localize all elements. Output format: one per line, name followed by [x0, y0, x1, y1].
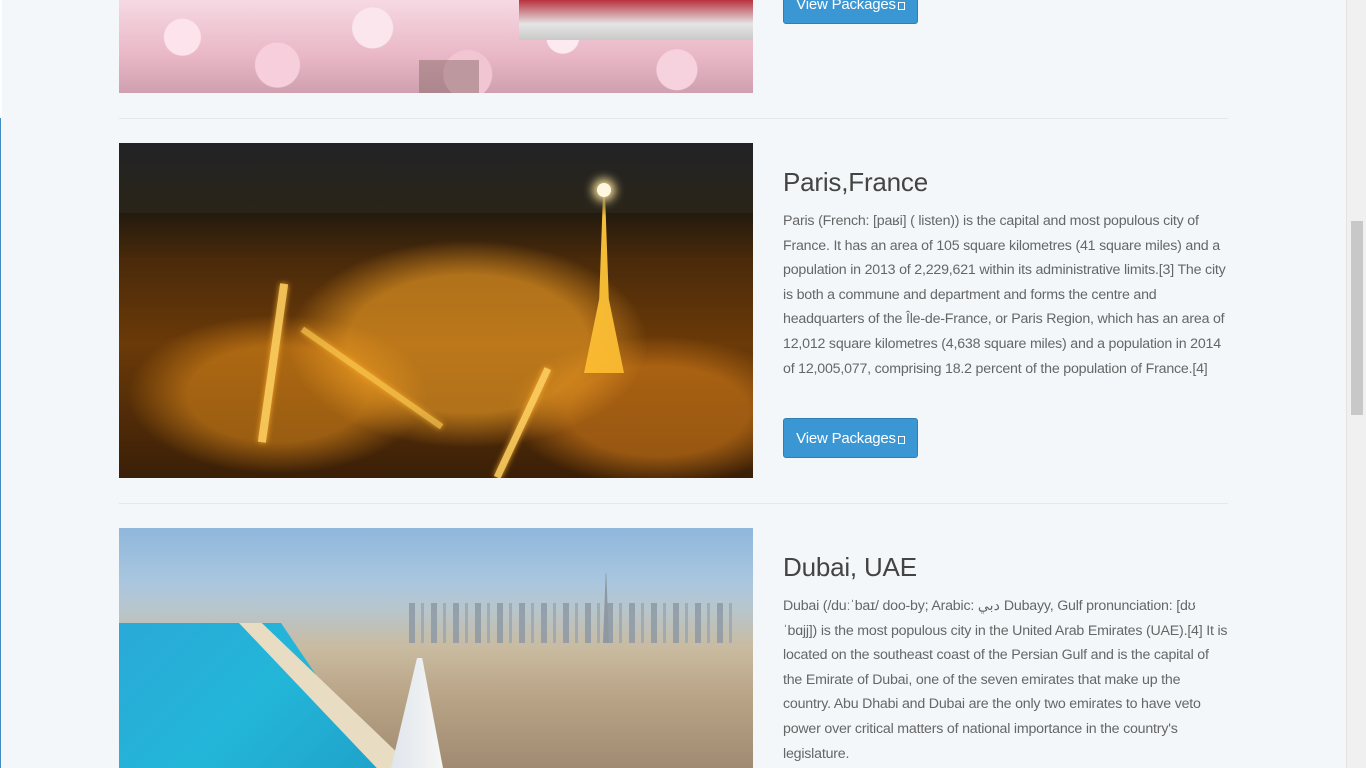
sakura-view-packages-button[interactable]: View Packages — [783, 0, 918, 24]
left-edge — [0, 0, 2, 768]
dubai-title: Dubai, UAE — [783, 552, 917, 582]
sakura-view-packages-label: View Packages — [796, 0, 896, 13]
page-scrollbar[interactable] — [1346, 0, 1366, 768]
dubai-text-column: Dubai, UAE Dubai (/duːˈbaɪ/ doo-by; Arab… — [783, 551, 1229, 766]
night-sky-shape — [119, 143, 753, 213]
dubai-description: Dubai (/duːˈbaɪ/ doo-by; Arabic: دبي‎ Du… — [783, 598, 1228, 762]
paris-view-packages-label: View Packages — [796, 429, 896, 447]
left-edge-accent — [0, 118, 1, 768]
scrollbar-thumb[interactable] — [1351, 221, 1363, 415]
destination-row-sakura: View Packages — [119, 0, 1228, 93]
paris-photo — [119, 143, 753, 478]
paris-description: Paris (French: [paʁi] ( listen)) is the … — [783, 213, 1226, 377]
skyline-shape — [409, 603, 739, 643]
row-divider — [119, 503, 1228, 504]
burj-al-arab-shape — [391, 658, 443, 768]
dubai-photo — [119, 528, 753, 768]
paris-view-packages-button[interactable]: View Packages — [783, 418, 918, 458]
sea-shape — [119, 623, 389, 768]
tower-beacon-shape — [597, 183, 611, 197]
lit-avenue-shape — [300, 326, 444, 430]
external-link-icon — [897, 435, 905, 444]
lit-avenue-shape — [257, 283, 289, 443]
tree-trunk-shape — [419, 60, 479, 93]
paris-text-column: Paris,France Paris (French: [paʁi] ( lis… — [783, 166, 1229, 381]
row-divider — [119, 118, 1228, 119]
external-link-icon — [897, 1, 905, 10]
destination-row-dubai: Dubai, UAE Dubai (/duːˈbaɪ/ doo-by; Arab… — [119, 528, 1228, 768]
lit-avenue-shape — [493, 367, 552, 478]
eiffel-tower-shape — [584, 188, 624, 373]
temple-roof-shape — [519, 0, 753, 40]
sakura-photo — [119, 0, 753, 93]
paris-title: Paris,France — [783, 167, 928, 197]
destination-row-paris: Paris,France Paris (French: [paʁi] ( lis… — [119, 143, 1228, 478]
